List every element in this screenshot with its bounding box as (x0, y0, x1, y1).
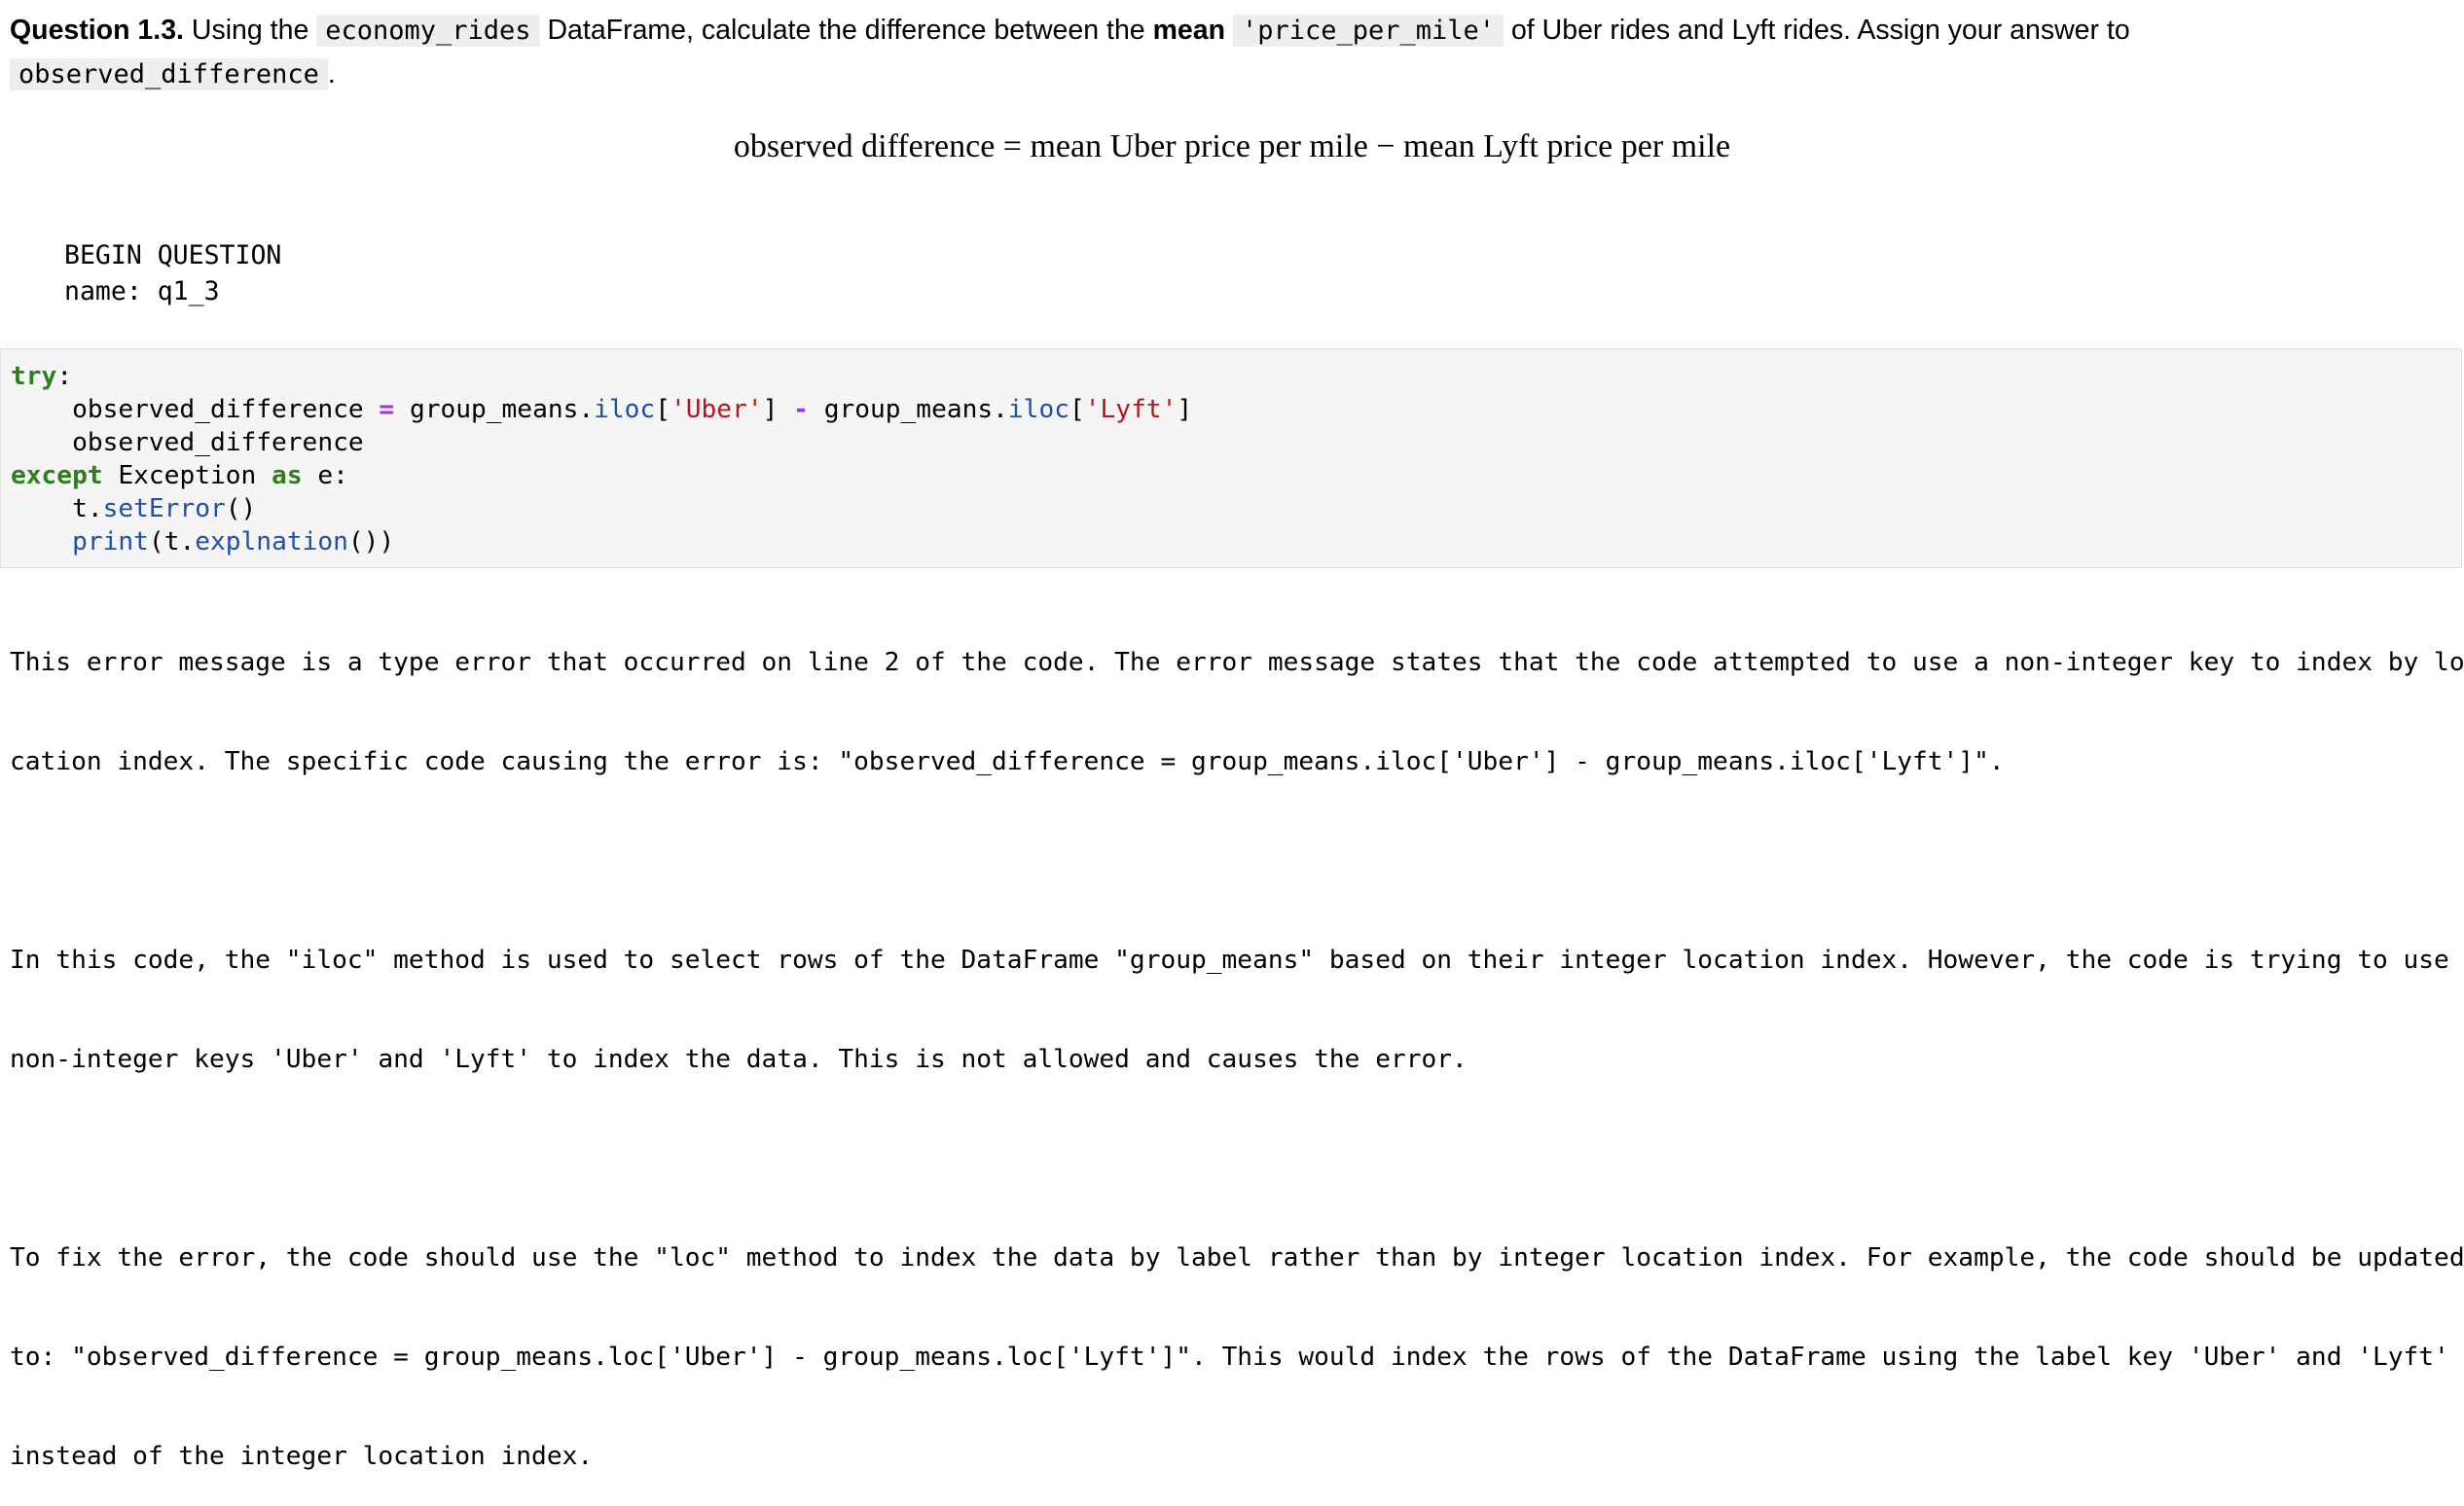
inline-code-economy-rides: economy_rides (316, 15, 540, 47)
method-iloc: iloc (1007, 395, 1069, 424)
output-line: In this code, the "iloc" method is used … (10, 946, 2449, 975)
cell-output: This error message is a type error that … (10, 580, 2464, 1506)
question-period: . (327, 58, 336, 90)
question-label: Question 1.3. (10, 15, 184, 46)
begin-question-line: BEGIN QUESTION (64, 240, 282, 270)
code-line-1: try: (11, 360, 1192, 393)
inline-code-observed-difference: observed_difference (10, 58, 328, 90)
code-line-4: except Exception as e: (11, 459, 1192, 492)
code-text: (t. (148, 527, 196, 556)
code-text: ()) (347, 527, 395, 556)
keyword-except: except (11, 461, 103, 490)
code-bracket: ] (1177, 395, 1193, 424)
inline-code-price-per-mile: 'price_per_mile' (1232, 15, 1504, 47)
code-cell[interactable]: try: observed_difference = group_means.i… (0, 348, 2462, 568)
question-text: Question 1.3. Using the economy_rides Da… (10, 0, 2443, 96)
code-editor[interactable]: try: observed_difference = group_means.i… (11, 360, 1192, 558)
operator-minus: - (793, 395, 809, 424)
output-line: instead of the integer location index. (10, 1442, 594, 1471)
output-line: to: "observed_difference = group_means.l… (10, 1343, 2449, 1372)
output-line: To fix the error, the code should use th… (10, 1243, 2464, 1273)
code-text: Exception (102, 461, 272, 490)
output-line: non-integer keys 'Uber' and 'Lyft' to in… (10, 1045, 1468, 1074)
code-line-5: t.setError() (11, 492, 1192, 525)
method-explnation: explnation (195, 527, 348, 556)
code-text: group_means. (394, 395, 595, 424)
output-line: This error message is a type error that … (10, 648, 2464, 677)
code-text: t. (11, 494, 103, 523)
function-print: print (72, 527, 149, 556)
keyword-try: try (11, 362, 57, 391)
code-colon: : (56, 362, 73, 391)
code-text: e: (302, 461, 348, 490)
question-text-part: DataFrame, calculate the difference betw… (547, 15, 1145, 46)
code-line-2: observed_difference = group_means.iloc['… (11, 393, 1192, 426)
keyword-as: as (272, 461, 303, 490)
code-bracket: [ (655, 395, 670, 424)
code-text: observed_difference (11, 395, 380, 424)
code-text: () (225, 494, 257, 523)
string-lyft: 'Lyft' (1084, 395, 1178, 424)
code-line-6: print(t.explnation()) (11, 525, 1192, 558)
question-text-part: Using the (191, 15, 309, 46)
formula: observed difference = mean Uber price pe… (733, 128, 1731, 164)
code-text: group_means. (808, 395, 1008, 424)
begin-question-block: BEGIN QUESTION name: q1_3 (64, 237, 281, 309)
code-bracket: ] (762, 395, 794, 424)
output-line: cation index. The specific code causing … (10, 747, 2005, 776)
markdown-cell[interactable]: Question 1.3. Using the economy_rides Da… (10, 0, 2443, 96)
code-bracket: [ (1069, 395, 1085, 424)
code-line-3: observed_difference (11, 428, 364, 457)
question-bold-mean: mean (1152, 15, 1226, 46)
method-set-error: setError (102, 494, 226, 523)
string-uber: 'Uber' (670, 395, 763, 424)
method-iloc: iloc (594, 395, 656, 424)
operator-assign: = (379, 395, 395, 424)
question-text-part: of Uber rides and Lyft rides. Assign you… (1510, 15, 2130, 46)
question-name-line: name: q1_3 (64, 276, 220, 306)
